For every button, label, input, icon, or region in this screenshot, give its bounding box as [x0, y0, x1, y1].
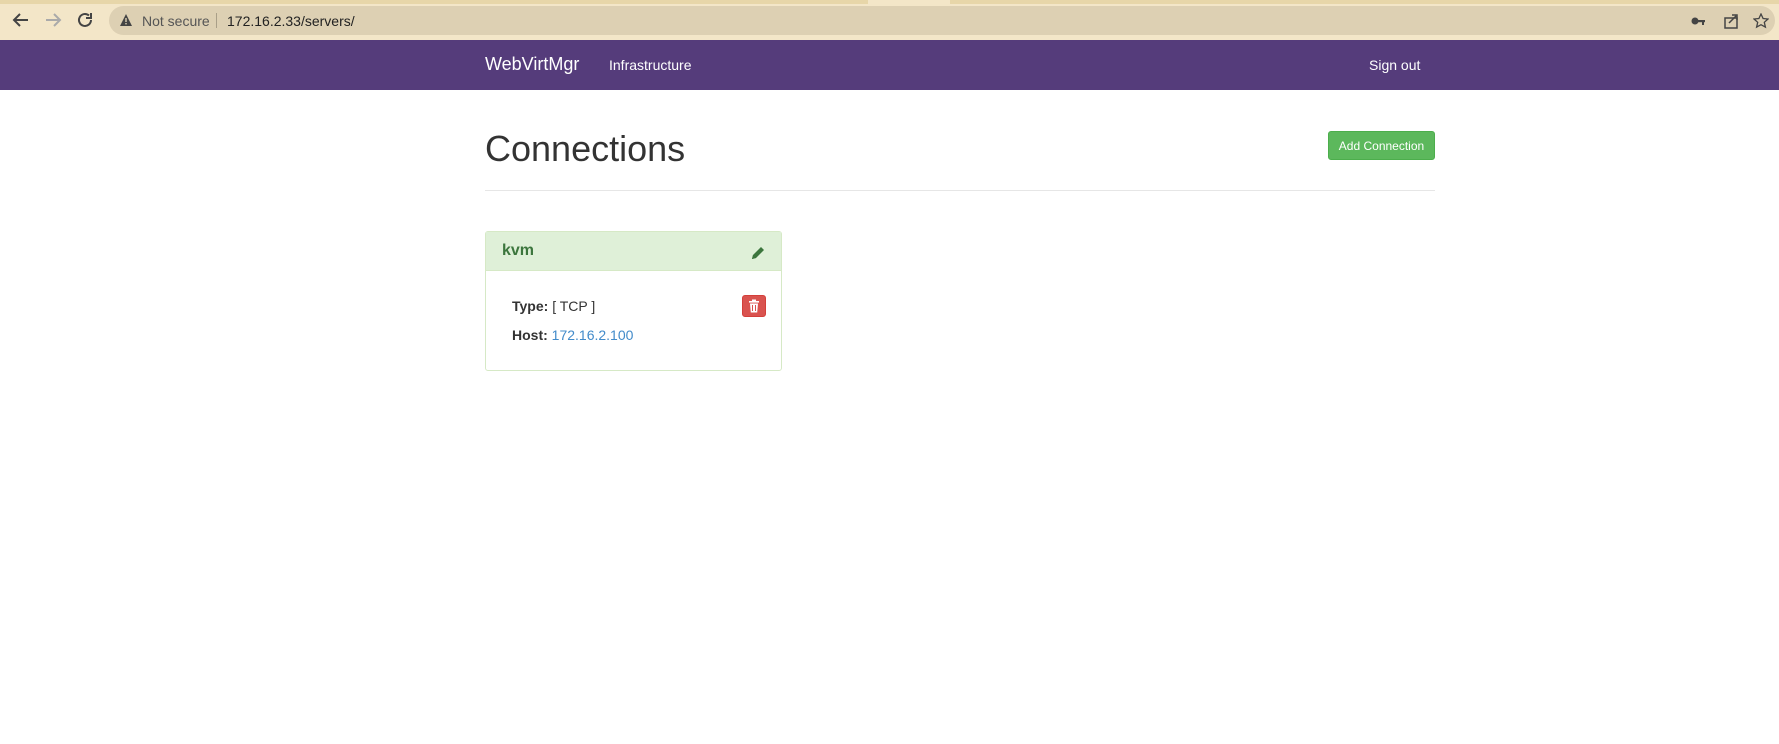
url-text[interactable]: 172.16.2.33/servers/ [227, 13, 355, 29]
type-value: [ TCP ] [552, 298, 596, 314]
key-icon[interactable] [1689, 12, 1707, 30]
brand-link[interactable]: WebVirtMgr [485, 54, 579, 75]
connection-card-heading: kvm [486, 232, 781, 271]
header-divider [485, 190, 1435, 191]
connection-type-row: Type: [ TCP ] [512, 298, 595, 314]
warning-icon[interactable] [119, 13, 133, 32]
top-navbar: WebVirtMgr Infrastructure Sign out [0, 40, 1779, 90]
reload-button[interactable] [74, 9, 96, 31]
trash-icon [749, 299, 759, 313]
host-link[interactable]: 172.16.2.100 [552, 327, 634, 343]
arrow-left-icon [12, 13, 28, 27]
connection-host-row: Host: 172.16.2.100 [512, 327, 633, 343]
back-button[interactable] [10, 9, 32, 31]
nav-link-infrastructure[interactable]: Infrastructure [609, 57, 691, 73]
tab-strip [0, 0, 868, 4]
connection-card: kvm Type: [ TCP ] Host: 172.16.2.100 [485, 231, 782, 371]
address-bar[interactable]: Not secure 172.16.2.33/servers/ [109, 6, 1775, 35]
tab-strip [950, 0, 1779, 4]
star-icon[interactable] [1752, 12, 1770, 30]
connection-name-link[interactable]: kvm [502, 242, 534, 260]
forward-button[interactable] [42, 9, 64, 31]
address-divider [216, 13, 217, 28]
host-label: Host: [512, 327, 548, 343]
security-label[interactable]: Not secure [142, 13, 210, 29]
browser-toolbar: Not secure 172.16.2.33/servers/ [0, 0, 1779, 40]
type-label: Type: [512, 298, 549, 314]
page-title: Connections [485, 128, 686, 169]
arrow-right-icon [46, 13, 62, 27]
share-icon[interactable] [1722, 12, 1740, 30]
pencil-icon[interactable] [749, 244, 767, 262]
add-connection-button[interactable]: Add Connection [1328, 131, 1435, 160]
reload-icon [78, 12, 92, 27]
delete-connection-button[interactable] [742, 295, 766, 317]
sign-out-link[interactable]: Sign out [1369, 57, 1420, 73]
